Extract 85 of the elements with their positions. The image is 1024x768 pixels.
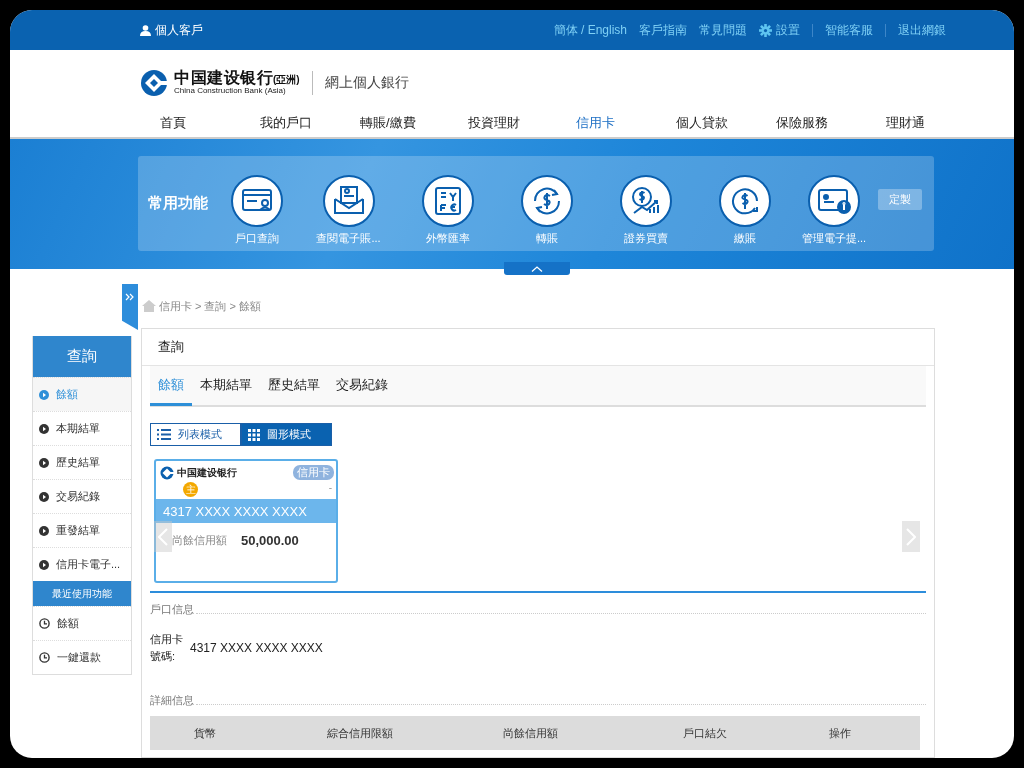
bank-logo-icon — [140, 68, 168, 97]
bank-name: 中国建设银行 — [174, 70, 273, 86]
expand-tab[interactable] — [122, 284, 138, 330]
sidebar-item[interactable]: 交易紀錄 — [33, 479, 131, 513]
column-header: 綜合信用限額 — [326, 725, 394, 741]
primary-card-badge: 主 — [183, 482, 198, 497]
envelope-icon — [322, 175, 375, 227]
collapse-tab[interactable] — [504, 262, 570, 275]
home-icon — [142, 300, 156, 312]
balance-value: 50,000.00 — [241, 533, 299, 548]
bank-region: (亞洲) — [273, 75, 300, 85]
bank-english-name: China Construction Bank (Asia) — [174, 87, 287, 95]
sidebar-item[interactable]: 重發結單 — [33, 513, 131, 547]
play-icon — [39, 525, 49, 536]
nav-item[interactable]: 投資理財 — [468, 114, 576, 132]
quick-functions-title: 常用功能 — [148, 194, 209, 213]
breadcrumb-link[interactable]: 查詢 — [204, 298, 227, 314]
breadcrumb-separator: > — [195, 300, 202, 312]
top-link[interactable]: 退出網銀 — [898, 21, 946, 39]
balance-label: 尚餘信用額 — [172, 533, 227, 548]
top-link[interactable]: 簡体 / English — [553, 21, 627, 39]
dollar-cycle-icon — [520, 175, 573, 227]
field-label: 信用卡號碼: — [150, 632, 184, 664]
dollar-coin-icon — [718, 175, 771, 227]
play-icon — [39, 389, 49, 400]
nav-item[interactable]: 我的戶口 — [260, 114, 360, 132]
list-icon — [157, 429, 171, 440]
section-title: 戶口信息 — [150, 602, 194, 617]
double-chevron-icon — [125, 293, 134, 301]
settings-link[interactable]: 設置 — [759, 21, 800, 39]
column-header: 貨幣 — [193, 725, 217, 741]
play-icon — [39, 559, 49, 570]
credit-card-tile[interactable]: 中国建设银行 信用卡 主 - 4317 XXXX XXXX XXXX 尚餘信用額 50,000.00 — [154, 459, 338, 583]
sidebar-item[interactable]: 本期結單 — [33, 411, 131, 445]
bank-logo-icon — [160, 465, 174, 480]
nav-item[interactable]: 保險服務 — [776, 114, 886, 132]
view-mode-button[interactable]: 圖形模式 — [241, 423, 332, 446]
sidebar-item[interactable]: 歷史結單 — [33, 445, 131, 479]
view-mode-button[interactable]: 列表模式 — [150, 423, 241, 446]
play-icon — [39, 491, 49, 502]
chevron-right-icon — [906, 527, 916, 546]
nav-item[interactable]: 首頁 — [160, 114, 260, 132]
top-link[interactable]: 客戶指南 — [639, 21, 687, 39]
tab[interactable]: 歷史結單 — [260, 367, 328, 406]
bank-name: 中国建设银行 — [177, 465, 237, 480]
nav-item[interactable]: 理財通 — [886, 114, 986, 132]
recent-item[interactable]: 一鍵還款 — [33, 640, 131, 674]
card-dash: - — [328, 482, 332, 495]
user-link[interactable]: 個人客戶 — [140, 21, 203, 39]
column-header: 戶口結欠 — [682, 725, 728, 741]
field-value: 4317 XXXX XXXX XXXX — [190, 641, 323, 655]
recent-item[interactable]: 餘額 — [33, 606, 131, 640]
nav-item[interactable]: 個人貸款 — [676, 114, 776, 132]
info-card-icon — [808, 175, 860, 227]
tab[interactable]: 交易紀錄 — [328, 367, 396, 406]
person-icon — [140, 24, 151, 36]
tab[interactable]: 本期結單 — [192, 367, 260, 406]
column-header: 尚餘信用額 — [501, 725, 559, 741]
card-type-badge: 信用卡 — [293, 465, 334, 480]
top-link[interactable]: 智能客服 — [825, 21, 873, 39]
tab[interactable]: 餘額 — [150, 367, 192, 406]
grid-icon — [248, 428, 260, 441]
dollar-chart-icon — [619, 175, 672, 227]
sidebar-title: 查詢 — [33, 336, 131, 377]
breadcrumb-link[interactable]: 信用卡 — [159, 298, 192, 314]
currency-icon — [421, 175, 474, 227]
play-icon — [39, 423, 49, 434]
sidebar-item[interactable]: 餘額 — [33, 377, 131, 411]
recent-title: 最近使用功能 — [33, 581, 131, 606]
site-title: 網上個人銀行 — [324, 73, 409, 92]
chevron-left-icon — [158, 527, 168, 546]
top-link[interactable]: 常見問題 — [699, 21, 747, 39]
play-icon — [39, 457, 49, 468]
clock-icon — [39, 618, 50, 629]
breadcrumb-separator: > — [229, 300, 236, 312]
card-number: 4317 XXXX XXXX XXXX — [156, 499, 336, 523]
chevron-up-icon — [531, 265, 543, 272]
nav-item[interactable]: 信用卡 — [576, 114, 676, 132]
card-icon — [230, 175, 283, 227]
nav-item[interactable]: 轉賬/繳費 — [360, 114, 468, 132]
settings-icon — [759, 23, 772, 37]
section-title: 詳細信息 — [150, 693, 194, 708]
clock-icon — [39, 652, 50, 663]
column-header: 操作 — [828, 725, 852, 741]
previous-button[interactable] — [154, 521, 172, 552]
